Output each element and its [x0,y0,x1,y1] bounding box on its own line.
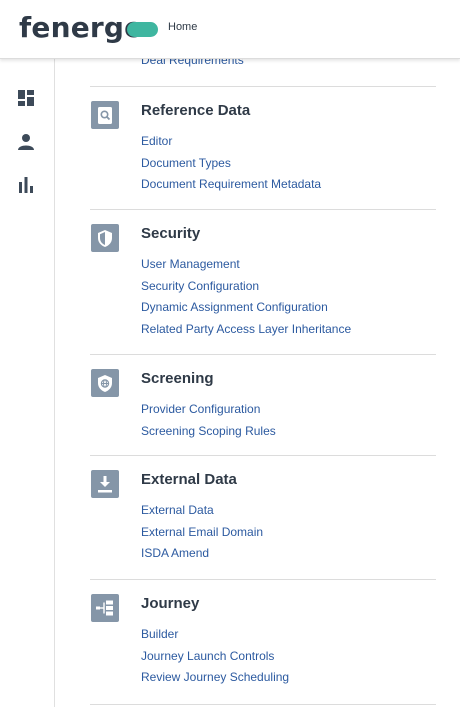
sidebar-item-reports[interactable] [17,176,35,194]
logo-text: fenergo [19,11,144,44]
security-configuration-link[interactable]: Security Configuration [141,276,351,298]
section-links: Builder Journey Launch Controls Review J… [141,624,289,689]
document-requirement-metadata-link[interactable]: Document Requirement Metadata [141,174,321,196]
editor-link[interactable]: Editor [141,131,321,153]
sidebar-item-user[interactable] [17,133,35,151]
dashboard-icon [18,90,34,106]
external-data-link[interactable]: External Data [141,500,263,522]
journey-flow-icon [91,594,119,622]
sidebar-item-dashboard[interactable] [17,89,35,107]
home-link[interactable]: Home [168,21,197,33]
section-title: Journey [141,595,200,612]
section-screening: Screening Provider Configuration Screeni… [90,354,436,455]
review-journey-scheduling-link[interactable]: Review Journey Scheduling [141,667,289,689]
section-journey: Journey Builder Journey Launch Controls … [90,579,436,705]
deal-requirements-link[interactable]: Deal Requirements [141,59,244,67]
section-links: User Management Security Configuration D… [141,254,351,341]
section-links: External Data External Email Domain ISDA… [141,500,263,565]
dynamic-assignment-configuration-link[interactable]: Dynamic Assignment Configuration [141,297,351,319]
document-search-icon [91,101,119,129]
section-title: External Data [141,471,237,488]
logo-pill-icon [127,22,158,37]
top-header: fenergo Home [0,0,460,59]
document-types-link[interactable]: Document Types [141,153,321,175]
related-party-access-layer-inheritance-link[interactable]: Related Party Access Layer Inheritance [141,319,351,341]
section-reference-data: Reference Data Editor Document Types Doc… [90,86,436,209]
journey-launch-controls-link[interactable]: Journey Launch Controls [141,646,289,668]
main-content: Deal Requirements Reference Data Editor … [55,59,460,707]
fenergo-logo[interactable]: fenergo [19,10,158,46]
provider-configuration-link[interactable]: Provider Configuration [141,399,276,421]
left-sidebar [0,59,55,707]
section-title: Screening [141,370,214,387]
section-security: Security User Management Security Config… [90,209,436,354]
section-title: Reference Data [141,102,251,119]
builder-link[interactable]: Builder [141,624,289,646]
bar-chart-icon [19,177,33,193]
section-links: Editor Document Types Document Requireme… [141,131,321,196]
screening-scoping-rules-link[interactable]: Screening Scoping Rules [141,421,276,443]
shield-icon [91,224,119,252]
external-email-domain-link[interactable]: External Email Domain [141,522,263,544]
screening-globe-icon [91,369,119,397]
user-icon [18,134,34,150]
section-external-data: External Data External Data External Ema… [90,455,436,579]
section-links: Provider Configuration Screening Scoping… [141,399,276,442]
isda-amend-link[interactable]: ISDA Amend [141,543,263,565]
download-icon [91,470,119,498]
user-management-link[interactable]: User Management [141,254,351,276]
section-title: Security [141,225,201,242]
